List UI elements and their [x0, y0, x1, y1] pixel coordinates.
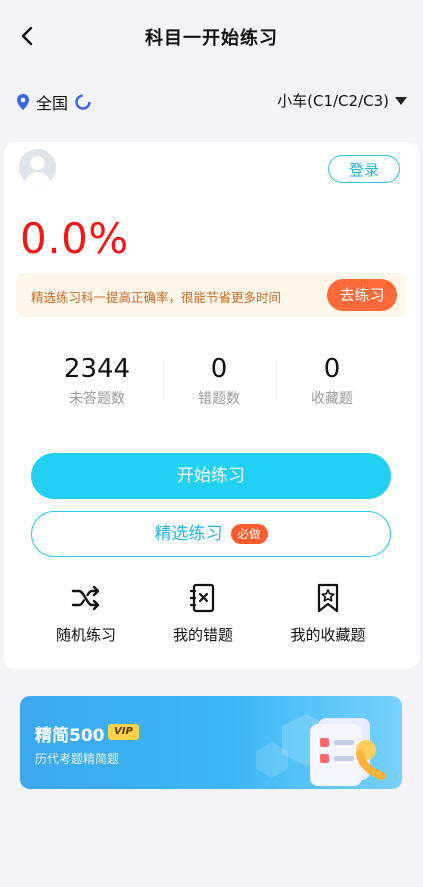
promo-title: 精简500 — [35, 726, 105, 746]
bookmark-star-icon — [317, 583, 339, 613]
my-favorites-button[interactable]: 我的收藏题 — [273, 582, 383, 645]
must-do-badge: 必做 — [230, 524, 268, 544]
stat-favorites[interactable]: 0 收藏题 — [277, 352, 387, 408]
wrong-book-icon — [189, 583, 215, 613]
car-type-label: 小车(C1/C2/C3) — [277, 92, 389, 110]
accuracy-rate: 0.0% — [20, 214, 129, 263]
login-button[interactable]: 登录 — [328, 155, 400, 183]
start-practice-button[interactable]: 开始练习 — [31, 453, 391, 499]
stat-wrong[interactable]: 0 错题数 — [164, 352, 274, 408]
stat-label: 未答题数 — [69, 391, 125, 407]
selected-practice-label: 精选练习 — [154, 523, 223, 544]
stat-label: 错题数 — [198, 391, 240, 407]
stat-value: 0 — [323, 354, 341, 384]
stat-value: 2344 — [63, 354, 131, 384]
go-practice-button[interactable]: 去练习 — [327, 279, 397, 311]
location-selector[interactable]: 全国 — [16, 90, 92, 114]
tip-text: 精选练习科一提高正确率，很能节省更多时间 — [31, 290, 282, 305]
page-title: 科目一开始练习 — [145, 28, 278, 49]
tool-label: 我的错题 — [172, 626, 233, 644]
random-practice-button[interactable]: 随机练习 — [31, 582, 141, 645]
promo-subtitle: 历代考题精简题 — [35, 752, 120, 766]
tool-label: 我的收藏题 — [290, 626, 366, 644]
user-placeholder-icon — [19, 149, 56, 186]
vip-badge: VIP — [108, 724, 139, 740]
location-label: 全国 — [36, 94, 69, 113]
stat-value: 0 — [210, 354, 228, 384]
avatar[interactable] — [19, 149, 56, 186]
stat-label: 收藏题 — [311, 391, 353, 407]
tool-label: 随机练习 — [55, 626, 116, 644]
car-type-selector[interactable]: 小车(C1/C2/C3) — [277, 90, 407, 111]
stat-unanswered: 2344 未答题数 — [42, 352, 152, 408]
my-wrong-questions-button[interactable]: 我的错题 — [148, 582, 258, 645]
caret-down-icon — [395, 96, 407, 105]
refresh-icon — [75, 94, 91, 110]
location-pin-icon — [17, 94, 29, 110]
selected-practice-button[interactable]: 精选练习 必做 — [31, 511, 391, 557]
shuffle-icon — [71, 585, 100, 611]
